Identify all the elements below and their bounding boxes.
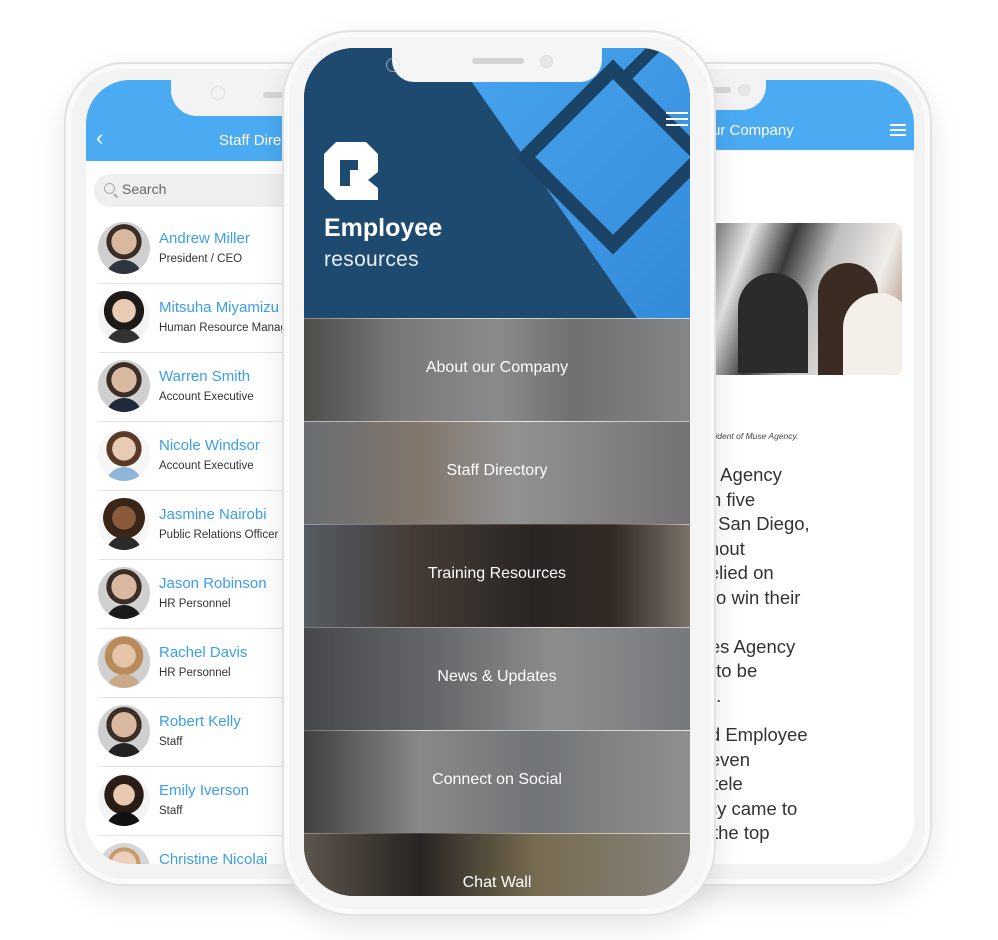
staff-role: HR Personnel bbox=[159, 667, 231, 679]
staff-role: Staff bbox=[159, 736, 183, 748]
staff-name: Warren Smith bbox=[159, 368, 251, 385]
staff-role: Account Executive bbox=[159, 460, 254, 472]
menu-item-label: Staff Directory bbox=[446, 462, 548, 479]
camera-icon bbox=[211, 86, 225, 100]
menu-item-news-updates[interactable]: News & Updates bbox=[304, 627, 690, 731]
staff-role: President / CEO bbox=[159, 253, 243, 265]
avatar bbox=[98, 774, 150, 826]
staff-name: Christine Nicolai bbox=[159, 851, 268, 864]
menu-item-connect-social[interactable]: Connect on Social bbox=[304, 730, 690, 834]
staff-role: Account Executive bbox=[159, 391, 254, 403]
staff-name: Robert Kelly bbox=[159, 713, 241, 730]
avatar bbox=[98, 843, 150, 864]
staff-name: Andrew Miller bbox=[159, 230, 250, 247]
phone-notch bbox=[386, 48, 602, 82]
back-icon[interactable]: ‹ bbox=[96, 127, 103, 149]
menu-item-staff-directory[interactable]: Staff Directory bbox=[304, 421, 690, 525]
staff-role: HR Personnel bbox=[159, 598, 231, 610]
hamburger-menu-icon[interactable] bbox=[890, 124, 906, 136]
hamburger-menu-icon[interactable] bbox=[666, 112, 688, 128]
staff-role: Public Relations Officer bbox=[159, 529, 279, 541]
camera-icon bbox=[386, 58, 400, 72]
avatar bbox=[98, 498, 150, 550]
staff-name: Jason Robinson bbox=[159, 575, 267, 592]
phone-home: Employee resources About our Company Sta… bbox=[282, 30, 716, 916]
staff-name: Jasmine Nairobi bbox=[159, 506, 267, 523]
search-icon bbox=[104, 183, 115, 194]
avatar bbox=[98, 636, 150, 688]
avatar bbox=[98, 360, 150, 412]
front-camera-icon bbox=[540, 55, 553, 68]
staff-name: Rachel Davis bbox=[159, 644, 248, 661]
staff-name: Mitsuha Miyamizu bbox=[159, 299, 280, 316]
avatar bbox=[98, 291, 150, 343]
menu-item-label: Chat Wall bbox=[462, 874, 532, 891]
brand-subtitle: resources bbox=[324, 248, 419, 271]
page-title: ur Company bbox=[712, 122, 794, 139]
staff-name: Emily Iverson bbox=[159, 782, 250, 799]
home-screen: Employee resources About our Company Sta… bbox=[304, 48, 690, 896]
avatar bbox=[98, 705, 150, 757]
menu-item-label: Training Resources bbox=[427, 565, 567, 582]
menu-item-training-resources[interactable]: Training Resources bbox=[304, 524, 690, 628]
staff-name: Nicole Windsor bbox=[159, 437, 260, 454]
avatar bbox=[98, 429, 150, 481]
menu-item-label: News & Updates bbox=[437, 668, 557, 685]
menu-item-label: Connect on Social bbox=[432, 771, 562, 788]
staff-role: Human Resource Manager bbox=[159, 322, 298, 334]
speaker-grille bbox=[472, 58, 524, 64]
menu-item-label: About our Company bbox=[425, 359, 569, 376]
camera-icon bbox=[738, 84, 750, 96]
avatar bbox=[98, 222, 150, 274]
staff-role: Staff bbox=[159, 805, 183, 817]
brand-title: Employee bbox=[324, 214, 443, 242]
menu-item-about-company[interactable]: About our Company bbox=[304, 318, 690, 422]
menu-item-chat-wall[interactable]: Chat Wall bbox=[304, 833, 690, 896]
r-letter-logo-icon bbox=[324, 142, 378, 200]
avatar bbox=[98, 567, 150, 619]
